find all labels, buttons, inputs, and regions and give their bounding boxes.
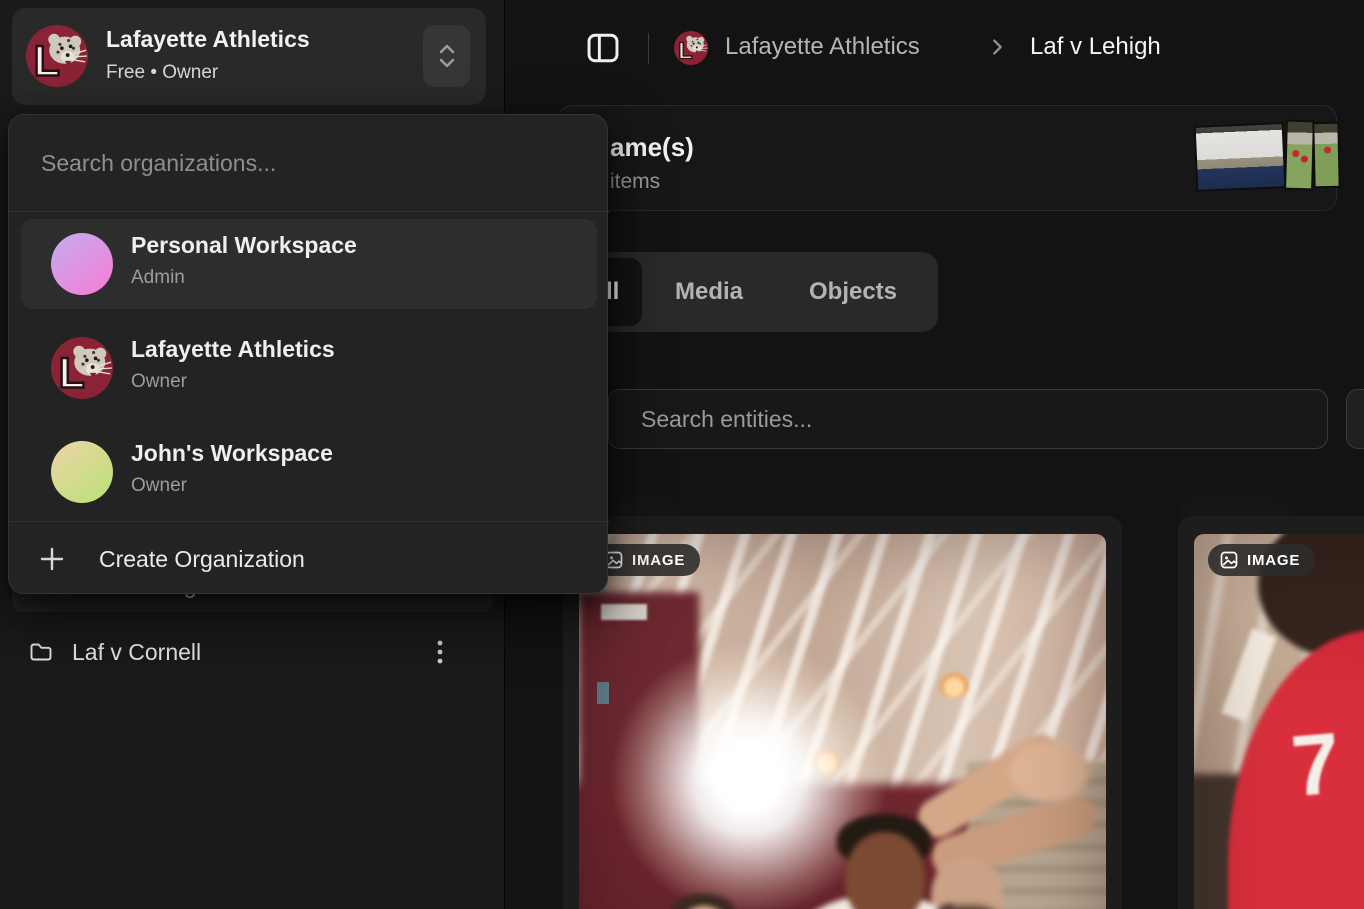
image-icon: [1219, 550, 1239, 570]
workspace-avatar: [51, 233, 113, 295]
org-name: Lafayette Athletics: [106, 26, 310, 53]
app-window: L Lafayette Athletics Laf v Lehigh ame(s…: [0, 0, 1364, 909]
folder-icon: [28, 639, 54, 665]
svg-text:L: L: [678, 38, 692, 64]
org-plan-role: Free • Owner: [106, 62, 218, 84]
filter-button-partial[interactable]: [1346, 389, 1364, 449]
breadcrumb-page: Laf v Lehigh: [1030, 33, 1161, 61]
thumbnail-football-players: [1286, 122, 1313, 189]
org-option-personal-workspace[interactable]: Personal Workspace Admin: [21, 219, 597, 309]
collection-thumbnails: [1197, 118, 1339, 200]
entity-card-body: 44 IMAGE: [563, 516, 1122, 909]
workspace-role: Owner: [131, 371, 187, 393]
topbar: L Lafayette Athletics Laf v Lehigh: [506, 0, 1364, 90]
thumbnail-football-players-2: [1314, 124, 1338, 186]
collection-item-count-fragment: items: [610, 170, 660, 194]
search-entities-input[interactable]: [608, 389, 1328, 449]
topbar-divider: [648, 33, 649, 64]
org-avatar-logo: L: [51, 337, 113, 399]
org-switcher-chevron-button[interactable]: [423, 25, 470, 87]
entity-card-body: 7 IMAGE: [1178, 516, 1364, 909]
tab-media[interactable]: Media: [646, 258, 772, 326]
org-logo: L: [26, 25, 88, 87]
image-type-badge: IMAGE: [1208, 544, 1315, 576]
sidebar-item-laf-v-cornell[interactable]: Laf v Cornell: [12, 626, 493, 678]
sidebar-toggle-button[interactable]: [584, 29, 622, 67]
dropdown-divider: [9, 521, 609, 522]
workspace-role: Admin: [131, 267, 185, 289]
tab-objects[interactable]: Objects: [776, 258, 930, 326]
org-option-johns-workspace[interactable]: John's Workspace Owner: [21, 427, 597, 517]
entity-card-basketball-2[interactable]: 7 IMAGE: [1178, 495, 1364, 909]
main-content: L Lafayette Athletics Laf v Lehigh ame(s…: [506, 0, 1364, 909]
collection-summary-card[interactable]: ame(s) items: [558, 105, 1337, 211]
photo-vignette: [579, 534, 1106, 909]
collection-title-fragment: ame(s): [610, 132, 694, 163]
chevron-right-icon: [986, 36, 1008, 58]
content-type-tabs: All Media Objects: [560, 252, 938, 332]
sidebar-toggle-icon: [586, 31, 620, 65]
plus-icon: [39, 546, 65, 572]
workspace-role: Owner: [131, 475, 187, 497]
org-option-lafayette-athletics[interactable]: L Lafayette Athletics Owner: [21, 323, 597, 413]
breadcrumb-org[interactable]: Lafayette Athletics: [725, 33, 920, 61]
photo-vignette: [1194, 534, 1364, 909]
search-organizations-input[interactable]: [19, 133, 597, 193]
photo-basketball-box-out[interactable]: 44 IMAGE: [579, 534, 1106, 909]
svg-text:L: L: [59, 349, 85, 397]
image-type-badge: IMAGE: [593, 544, 700, 576]
entity-card-basketball-1[interactable]: 44 IMAGE: [563, 495, 1123, 909]
breadcrumb-org-logo: L: [674, 31, 708, 65]
create-organization-button[interactable]: Create Organization: [21, 529, 597, 589]
kebab-menu-icon: [437, 639, 443, 665]
item-menu-button[interactable]: [427, 639, 453, 665]
chevron-up-down-icon: [436, 41, 458, 71]
org-switcher-button[interactable]: L Lafayette Athletics Free • Owner: [12, 8, 486, 105]
dropdown-divider: [9, 211, 609, 212]
svg-text:L: L: [34, 37, 60, 85]
photo-red-jersey-player[interactable]: 7 IMAGE: [1194, 534, 1364, 909]
workspace-avatar: [51, 441, 113, 503]
thumbnail-football-field: [1196, 124, 1285, 190]
organization-dropdown: Personal Workspace Admin L Lafayette Ath…: [8, 114, 608, 594]
